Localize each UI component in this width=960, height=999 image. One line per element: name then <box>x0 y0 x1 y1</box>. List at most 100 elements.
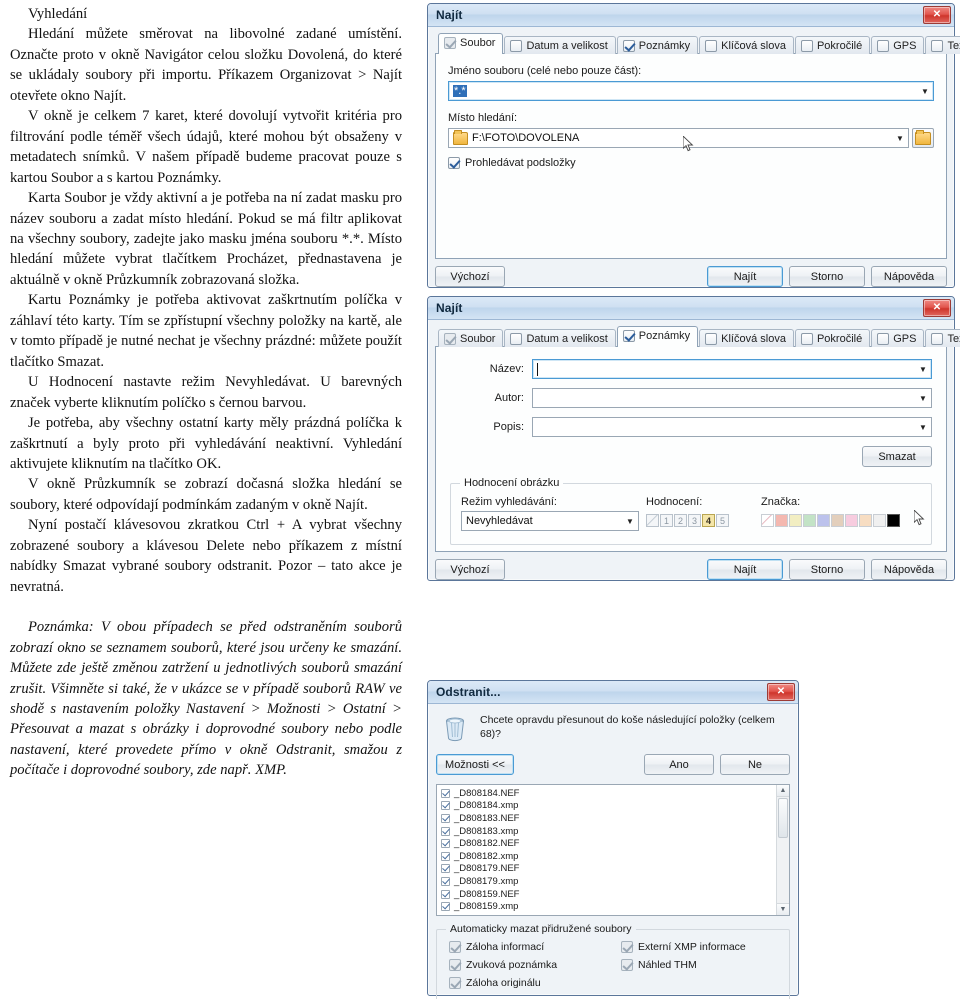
tab-gps[interactable]: GPS <box>871 329 925 347</box>
defaults-button[interactable]: Výchozí <box>435 266 505 287</box>
list-item[interactable]: _D808159.NEF <box>437 888 775 901</box>
marker-color-yellow[interactable] <box>789 514 802 527</box>
close-icon[interactable]: ✕ <box>923 299 951 317</box>
marker-color-blue[interactable] <box>817 514 830 527</box>
marker-color-orange[interactable] <box>859 514 872 527</box>
marker-color-selector[interactable] <box>761 514 901 527</box>
close-icon[interactable]: ✕ <box>767 683 795 701</box>
scroll-up-icon[interactable]: ▲ <box>777 785 789 797</box>
file-checkbox[interactable] <box>441 851 450 861</box>
list-item[interactable]: _D808179.xmp <box>437 875 775 888</box>
file-checkbox[interactable] <box>441 826 450 836</box>
titlebar[interactable]: Najít ✕ <box>428 4 954 27</box>
rating-4[interactable]: 4 <box>702 514 715 527</box>
tab-checkbox-icon[interactable] <box>510 39 523 52</box>
tab-poznamky[interactable]: Poznámky <box>616 36 699 54</box>
tab-text[interactable]: Text <box>925 36 960 54</box>
rating-1[interactable]: 1 <box>660 514 673 527</box>
scrollbar-thumb[interactable] <box>778 798 788 838</box>
tab-soubor[interactable]: Soubor <box>438 33 504 54</box>
list-item[interactable]: _D808183.NEF <box>437 812 775 825</box>
tab-checkbox-icon[interactable] <box>800 39 813 52</box>
help-button[interactable]: Nápověda <box>871 266 947 287</box>
assoc-checkbox[interactable] <box>449 941 461 953</box>
popis-input[interactable]: ▼ <box>532 417 932 437</box>
list-item[interactable]: _D808184.NEF <box>437 787 775 800</box>
tab-strip[interactable]: Soubor Datum a velikost Poznámky Klíčová… <box>435 33 960 54</box>
assoc-checkbox[interactable] <box>449 977 461 989</box>
file-list[interactable]: _D808184.NEF _D808184.xmp _D808183.NEF _… <box>436 784 790 916</box>
subfolders-checkbox[interactable] <box>448 157 460 169</box>
location-input[interactable]: F:\FOTO\DOVOLENA ▼ <box>448 128 909 148</box>
yes-button[interactable]: Ano <box>644 754 714 775</box>
chevron-down-icon[interactable]: ▼ <box>915 423 931 432</box>
tab-gps[interactable]: GPS <box>871 36 925 54</box>
tab-checkbox-icon[interactable] <box>877 332 890 345</box>
file-checkbox[interactable] <box>441 902 450 912</box>
assoc-option-zvukova-poznamka[interactable]: Zvuková poznámka <box>449 959 621 971</box>
file-checkbox[interactable] <box>441 889 450 899</box>
tab-text[interactable]: Text <box>925 329 960 347</box>
scroll-down-icon[interactable]: ▼ <box>777 903 789 915</box>
chevron-down-icon[interactable]: ▼ <box>915 365 931 374</box>
defaults-button[interactable]: Výchozí <box>435 559 505 580</box>
list-item[interactable]: _D808184.xmp <box>437 800 775 813</box>
assoc-checkbox[interactable] <box>621 941 633 953</box>
find-button[interactable]: Najít <box>707 266 783 287</box>
tab-checkbox-icon[interactable] <box>622 330 635 342</box>
tab-klicova-slova[interactable]: Klíčová slova <box>699 36 794 54</box>
marker-color-pink[interactable] <box>845 514 858 527</box>
assoc-checkbox[interactable] <box>449 959 461 971</box>
tab-checkbox-icon[interactable] <box>931 39 944 52</box>
filename-input[interactable]: *.* ▼ <box>448 81 934 101</box>
rating-5[interactable]: 5 <box>716 514 729 527</box>
list-item[interactable]: _D808183.xmp <box>437 825 775 838</box>
clear-button[interactable]: Smazat <box>862 446 932 467</box>
tab-checkbox-icon[interactable] <box>877 39 890 52</box>
assoc-option-externi-xmp[interactable]: Externí XMP informace <box>621 941 746 953</box>
list-item[interactable]: _D808179.NEF <box>437 863 775 876</box>
tab-poznamky[interactable]: Poznámky <box>616 326 699 347</box>
marker-color-black[interactable] <box>887 514 900 527</box>
file-checkbox[interactable] <box>441 876 450 886</box>
marker-color-brown[interactable] <box>831 514 844 527</box>
file-checkbox[interactable] <box>441 801 450 811</box>
no-button[interactable]: Ne <box>720 754 790 775</box>
rating-none[interactable] <box>646 514 659 527</box>
rating-2[interactable]: 2 <box>674 514 687 527</box>
find-button[interactable]: Najít <box>707 559 783 580</box>
assoc-option-zaloha-informaci[interactable]: Záloha informací <box>449 941 621 953</box>
file-checkbox[interactable] <box>441 813 450 823</box>
list-item[interactable]: _D808182.NEF <box>437 837 775 850</box>
marker-color-green[interactable] <box>803 514 816 527</box>
list-item[interactable]: _D808182.xmp <box>437 850 775 863</box>
tab-checkbox-icon[interactable] <box>931 332 944 345</box>
options-button[interactable]: Možnosti << <box>436 754 514 775</box>
file-list-scrollbar[interactable]: ▲ ▼ <box>776 785 789 915</box>
mode-select[interactable]: Nevyhledávat ▼ <box>461 511 639 531</box>
browse-button[interactable] <box>912 128 934 148</box>
tab-strip[interactable]: Soubor Datum a velikost Poznámky Klíčová… <box>435 326 960 347</box>
marker-color-gray[interactable] <box>873 514 886 527</box>
rating-3[interactable]: 3 <box>688 514 701 527</box>
tab-checkbox-icon[interactable] <box>444 37 456 49</box>
nazev-input[interactable]: ▼ <box>532 359 932 379</box>
autor-input[interactable]: ▼ <box>532 388 932 408</box>
tab-datum-a-velikost[interactable]: Datum a velikost <box>504 36 616 54</box>
assoc-option-zaloha-originalu[interactable]: Záloha originálu <box>449 977 621 989</box>
assoc-option-nahled-thm[interactable]: Náhled THM <box>621 959 746 971</box>
file-checkbox[interactable] <box>441 788 450 798</box>
close-icon[interactable]: ✕ <box>923 6 951 24</box>
subfolders-checkbox-row[interactable]: Prohledávat podsložky <box>448 157 934 169</box>
tab-klicova-slova[interactable]: Klíčová slova <box>699 329 794 347</box>
tab-checkbox-icon[interactable] <box>705 332 718 345</box>
titlebar[interactable]: Najít ✕ <box>428 297 954 320</box>
chevron-down-icon[interactable]: ▼ <box>892 134 908 143</box>
marker-color-none[interactable] <box>761 514 774 527</box>
tab-checkbox-icon[interactable] <box>622 39 635 52</box>
cancel-button[interactable]: Storno <box>789 266 865 287</box>
tab-checkbox-icon[interactable] <box>444 332 456 345</box>
tab-datum-a-velikost[interactable]: Datum a velikost <box>504 329 616 347</box>
rating-selector[interactable]: 1 2 3 4 5 <box>646 514 761 527</box>
titlebar[interactable]: Odstranit... ✕ <box>428 681 798 704</box>
